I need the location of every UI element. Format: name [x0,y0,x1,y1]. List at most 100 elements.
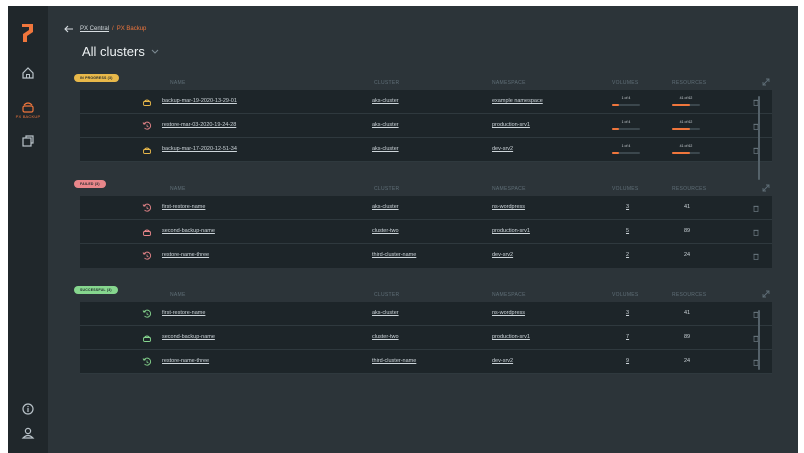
column-header-row: NAME CLUSTER NAMESPACE VOLUMES RESOURCES [80,288,772,302]
cluster-nav-icon [22,135,34,147]
column-header-volumes[interactable]: VOLUMES [612,292,639,298]
row-cluster-link[interactable]: cluster-two [372,334,399,340]
backup-icon [143,147,151,154]
cluster-selector[interactable]: All clusters [82,44,159,59]
column-header-volumes[interactable]: VOLUMES [612,80,639,86]
column-header-cluster[interactable]: CLUSTER [374,292,399,298]
resources-progress-track [672,128,700,130]
row-namespace-link[interactable]: ns-wordpress [492,310,525,316]
volumes-progress-track [612,152,640,154]
nav-home[interactable] [8,62,48,84]
scrollbar[interactable] [758,310,760,370]
row-name-link[interactable]: backup-mar-17-2020-12-51-34 [162,146,237,152]
volumes-progress-text: 1 of 4 [621,120,631,124]
column-header-name[interactable]: NAME [170,80,186,86]
table-row[interactable]: first-restore-name aks-cluster ns-wordpr… [80,302,772,326]
row-name-link[interactable]: first-restore-name [162,204,205,210]
status-table: first-restore-name aks-cluster ns-wordpr… [80,302,772,374]
row-cluster-link[interactable]: aks-cluster [372,98,399,104]
row-namespace-link[interactable]: dev-srv2 [492,146,513,152]
row-namespace-link[interactable]: production-srv1 [492,228,530,234]
nav-clusters[interactable] [8,130,48,152]
nav-info[interactable] [8,398,48,420]
status-badge-successful: SUCCESSFUL (3) [74,286,118,294]
expand-icon[interactable] [762,78,770,86]
breadcrumb-px-central[interactable]: PX Central [80,26,109,32]
column-header-name[interactable]: NAME [170,186,186,192]
column-header-cluster[interactable]: CLUSTER [374,186,399,192]
row-name-link[interactable]: restore-name-three [162,358,209,364]
trash-icon[interactable] [753,253,759,260]
table-row[interactable]: backup-mar-17-2020-12-51-34 aks-cluster … [80,138,772,162]
row-cluster-link[interactable]: third-cluster-name [372,252,416,258]
row-volumes-count[interactable]: 3 [626,310,629,316]
table-row[interactable]: restore-mar-03-2020-19-24-28 aks-cluster… [80,114,772,138]
restore-icon [142,121,152,130]
column-header-namespace[interactable]: NAMESPACE [492,80,526,86]
column-header-resources[interactable]: RESOURCES [672,292,706,298]
column-header-namespace[interactable]: NAMESPACE [492,292,526,298]
resources-progress-track [672,104,700,106]
row-namespace-link[interactable]: dev-srv2 [492,252,513,258]
row-name-link[interactable]: restore-mar-03-2020-19-24-28 [162,122,236,128]
scrollbar[interactable] [758,96,760,180]
row-namespace-link[interactable]: dev-srv2 [492,358,513,364]
row-volumes-count[interactable]: 7 [626,334,629,340]
row-cluster-link[interactable]: aks-cluster [372,146,399,152]
row-cluster-link[interactable]: cluster-two [372,228,399,234]
trash-icon[interactable] [753,229,759,236]
row-name-link[interactable]: second-backup-name [162,228,215,234]
row-namespace-link[interactable]: production-srv1 [492,334,530,340]
column-header-volumes[interactable]: VOLUMES [612,186,639,192]
row-namespace-link[interactable]: example namespace [492,98,543,104]
row-volumes-count[interactable]: 9 [626,358,629,364]
user-icon [21,427,35,439]
table-row[interactable]: first-restore-name aks-cluster ns-wordpr… [80,196,772,220]
row-volumes-count[interactable]: 2 [626,252,629,258]
nav-rail: PX BACKUP [8,6,48,453]
resources-progress: 41 of 62 [672,120,700,130]
section-in-progress: NAME CLUSTER NAMESPACE VOLUMES RESOURCES… [74,74,772,180]
breadcrumb-current: PX Backup [116,26,147,32]
back-arrow-icon[interactable] [64,25,74,33]
row-cluster-link[interactable]: third-cluster-name [372,358,416,364]
resources-progress: 41 of 62 [672,96,700,106]
expand-icon[interactable] [762,290,770,298]
table-row[interactable]: restore-name-three third-cluster-name de… [80,350,772,374]
status-table: backup-mar-19-2020-13-29-01 aks-cluster … [80,90,772,180]
trash-icon[interactable] [753,205,759,212]
row-volumes-count[interactable]: 5 [626,228,629,234]
table-row[interactable]: second-backup-name cluster-two productio… [80,220,772,244]
volumes-progress-text: 1 of 4 [621,96,631,100]
table-row[interactable]: second-backup-name cluster-two productio… [80,326,772,350]
home-icon [22,67,34,79]
volumes-progress: 1 of 4 [612,144,640,154]
row-cluster-link[interactable]: aks-cluster [372,310,399,316]
status-table: first-restore-name aks-cluster ns-wordpr… [80,196,772,268]
row-name-link[interactable]: backup-mar-19-2020-13-29-01 [162,98,237,104]
section-successful: NAME CLUSTER NAMESPACE VOLUMES RESOURCES… [74,286,772,374]
resources-progress-text: 41 of 62 [679,144,693,148]
volumes-progress: 1 of 4 [612,96,640,106]
row-namespace-link[interactable]: ns-wordpress [492,204,525,210]
column-header-namespace[interactable]: NAMESPACE [492,186,526,192]
row-volumes-count[interactable]: 3 [626,204,629,210]
row-name-link[interactable]: restore-name-three [162,252,209,258]
column-header-resources[interactable]: RESOURCES [672,80,706,86]
row-cluster-link[interactable]: aks-cluster [372,204,399,210]
row-cluster-link[interactable]: aks-cluster [372,122,399,128]
table-row[interactable]: backup-mar-19-2020-13-29-01 aks-cluster … [80,90,772,114]
column-header-resources[interactable]: RESOURCES [672,186,706,192]
restore-icon [142,251,152,260]
row-namespace-link[interactable]: production-srv1 [492,122,530,128]
column-header-name[interactable]: NAME [170,292,186,298]
info-icon [22,403,34,415]
table-row[interactable]: restore-name-three third-cluster-name de… [80,244,772,268]
row-resources-count: 24 [684,358,691,364]
column-header-cluster[interactable]: CLUSTER [374,80,399,86]
nav-user[interactable] [8,422,48,444]
row-name-link[interactable]: second-backup-name [162,334,215,340]
volumes-progress-text: 1 of 4 [621,144,631,148]
expand-icon[interactable] [762,184,770,192]
row-name-link[interactable]: first-restore-name [162,310,205,316]
